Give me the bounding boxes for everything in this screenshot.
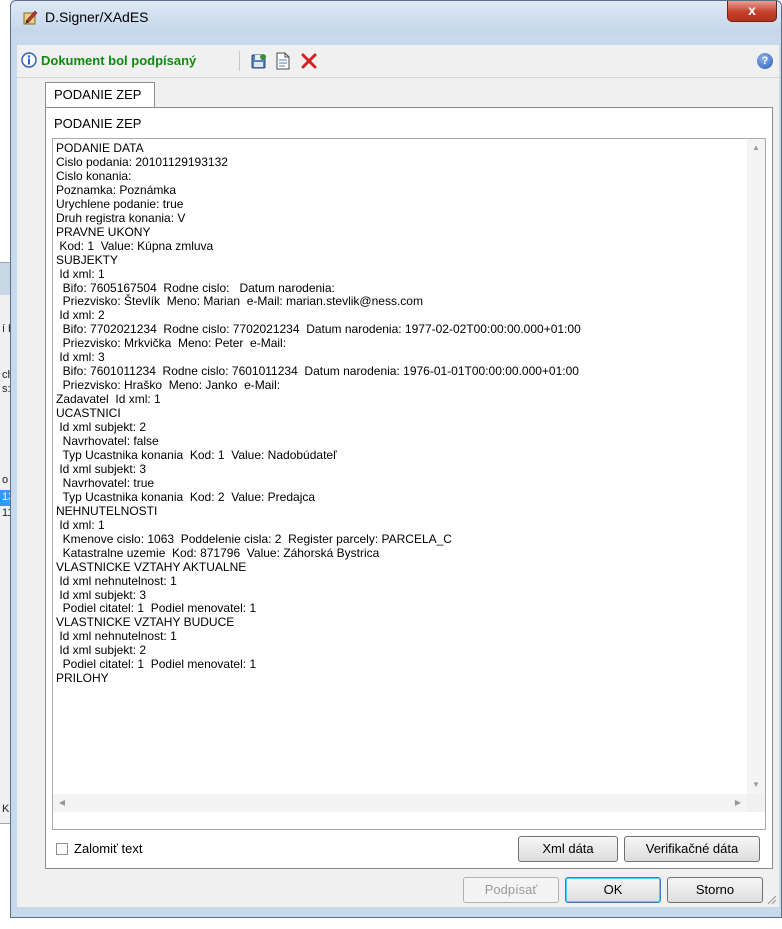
content-line: Id xml: 2 (56, 308, 105, 323)
tab-panel: PODANIE ZEP PODANIE DATA Cislo podania: 2… (45, 107, 773, 869)
content-line: Id xml: 1 (56, 517, 105, 532)
content-line: Id xml: 3 (56, 350, 105, 365)
content-line: Bifo: 7702021234 Rodne cislo: 7702021234… (56, 322, 581, 337)
resize-grip-icon[interactable] (765, 893, 777, 905)
content-line: PRILOHY (56, 671, 109, 686)
toolbar-separator (239, 51, 240, 71)
dsigner-window: D.Signer/XAdES x Dokument bol podpísaný (10, 0, 782, 929)
cancel-button[interactable]: Storno (667, 877, 763, 903)
background-text: o (2, 474, 9, 486)
title-bar[interactable]: D.Signer/XAdES x (11, 1, 781, 33)
content-line: Cislo podania: 20101129193132 (56, 154, 228, 169)
content-line: VLASTNICKE VZTAHY BUDUCE (56, 615, 235, 630)
delete-button[interactable] (299, 51, 319, 71)
content-line: PODANIE DATA (56, 141, 144, 155)
content-line: Id xml subjekt: 2 (56, 643, 147, 658)
content-line: SUBJEKTY (56, 252, 119, 267)
xml-content-textarea[interactable]: PODANIE DATA Cislo podania: 2010112919313… (52, 138, 766, 830)
document-icon (276, 52, 290, 70)
content-line: Id xml: 1 (56, 266, 105, 281)
save-disk-icon (251, 54, 266, 69)
background-text: K (2, 803, 10, 815)
info-icon (21, 52, 37, 68)
content-line: Id xml nehnutelnost: 1 (56, 629, 177, 644)
tab-podanie-zep[interactable]: PODANIE ZEP (45, 82, 155, 108)
vertical-scrollbar[interactable]: ▲ ▼ (747, 139, 765, 794)
content-line: Podiel citatel: 1 Podiel menovatel: 1 (56, 657, 257, 672)
scrollbar-corner (747, 794, 765, 812)
content-line: NEHNUTELNOSTI (56, 503, 158, 518)
content-lines: PODANIE DATA Cislo podania: 2010112919313… (56, 141, 581, 686)
content-line: PRAVNE UKONY (56, 224, 151, 239)
status-message: Dokument bol podpísaný (41, 53, 197, 68)
content-line: VLASTNICKE VZTAHY AKTUALNE (56, 559, 247, 574)
panel-title: PODANIE ZEP (54, 116, 142, 131)
content-line: Kod: 1 Value: Kúpna zmluva (56, 238, 214, 253)
content-line: Poznamka: Poznámka (56, 182, 177, 197)
ok-button[interactable]: OK (565, 877, 661, 903)
content-line: Zadavatel Id xml: 1 (56, 392, 161, 407)
content-line: Typ Ucastnika konania Kod: 2 Value: Pred… (56, 489, 316, 504)
close-button[interactable]: x (727, 1, 777, 22)
content-line: Urychlene podanie: true (56, 196, 184, 211)
wrap-text-checkbox[interactable] (56, 843, 68, 855)
content-line: Navrhovatel: true (56, 475, 155, 490)
content-line: Podiel citatel: 1 Podiel menovatel: 1 (56, 601, 257, 616)
signature-app-icon (23, 10, 38, 25)
delete-x-icon (301, 53, 317, 69)
content-line: Katastralne uzemie Kod: 871796 Value: Zá… (56, 545, 380, 560)
scroll-up-arrow-icon[interactable]: ▲ (747, 139, 765, 157)
content-line: Priezvisko: Hraško Meno: Janko e-Mail: (56, 378, 281, 393)
content-line: UCASTNICI (56, 406, 121, 421)
document-button[interactable] (273, 51, 293, 71)
xml-data-button[interactable]: Xml dáta (518, 836, 618, 862)
content-line: Id xml subjekt: 2 (56, 420, 147, 435)
content-line: Typ Ucastnika konania Kod: 1 Value: Nado… (56, 447, 337, 462)
content-line: Druh registra konania: V (56, 210, 186, 225)
scroll-down-arrow-icon[interactable]: ▼ (747, 776, 765, 794)
content-line: Priezvisko: Mrkvička Meno: Peter e-Mail: (56, 336, 287, 351)
content-line: Priezvisko: Števlík Meno: Marian e-Mail:… (56, 294, 423, 309)
save-button[interactable] (249, 51, 269, 71)
toolbar: Dokument bol podpísaný ? (17, 45, 779, 78)
window-frame: D.Signer/XAdES x Dokument bol podpísaný (10, 0, 782, 918)
content-line: Kmenove cislo: 1063 Poddelenie cisla: 2 … (56, 531, 452, 546)
scroll-right-arrow-icon[interactable]: ▶ (729, 794, 747, 812)
content-line: Cislo konania: (56, 168, 132, 183)
verification-data-button[interactable]: Verifikačné dáta (624, 836, 760, 862)
content-line: Navrhovatel: false (56, 434, 159, 449)
sign-button[interactable]: Podpísať (463, 877, 559, 903)
content-line: Id xml subjekt: 3 (56, 587, 147, 602)
wrap-text-label[interactable]: Zalomiť text (74, 841, 142, 856)
content-line: Id xml subjekt: 3 (56, 461, 147, 476)
window-client: Dokument bol podpísaný ? PODANIE ZEP POD… (17, 45, 779, 907)
help-icon[interactable]: ? (757, 53, 773, 69)
content-line: Bifo: 7601011234 Rodne cislo: 7601011234… (56, 364, 579, 379)
window-title: D.Signer/XAdES (45, 9, 149, 25)
horizontal-scrollbar[interactable]: ◀ ▶ (53, 794, 747, 812)
content-line: Id xml nehnutelnost: 1 (56, 573, 177, 588)
scroll-left-arrow-icon[interactable]: ◀ (53, 794, 71, 812)
